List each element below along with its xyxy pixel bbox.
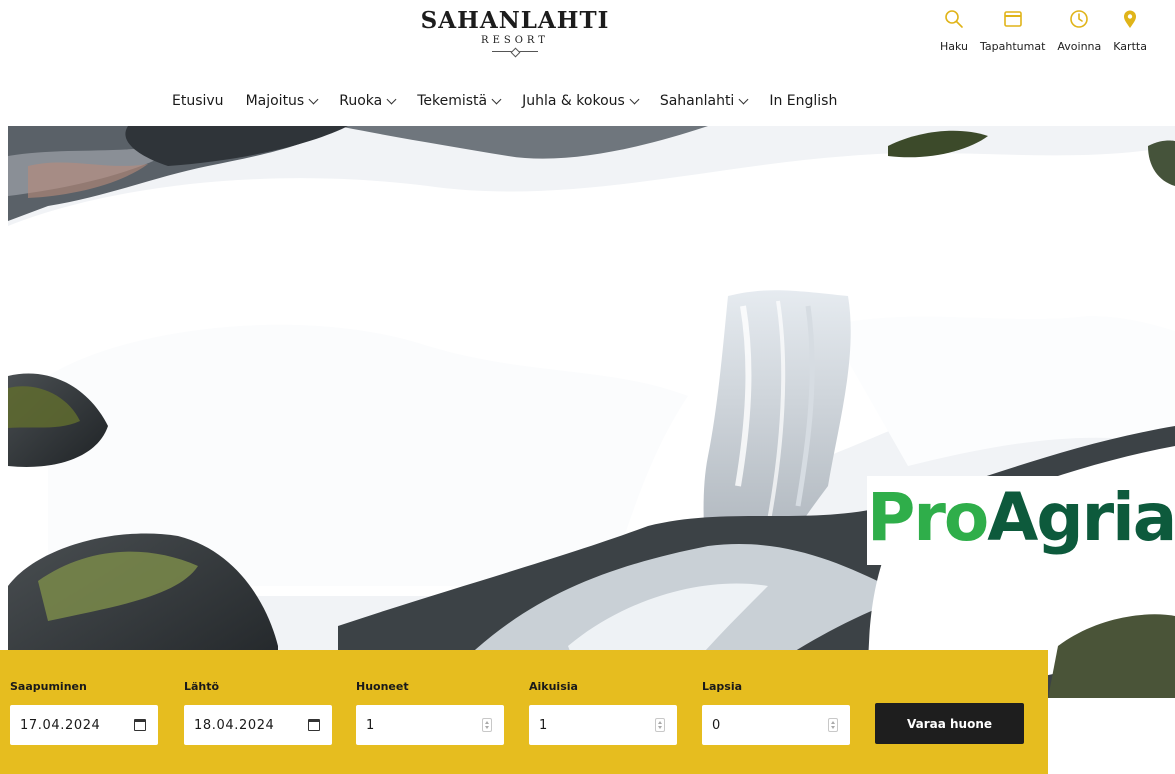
adults-stepper[interactable]: 1 [529,705,677,745]
calendar-icon[interactable] [308,719,320,731]
rooms-stepper[interactable]: 1 [356,705,504,745]
calendar-icon[interactable] [134,719,146,731]
logo-ornament-icon [492,49,538,54]
util-events-label: Tapahtumat [980,40,1046,53]
main-nav: Etusivu Majoitus Ruoka Tekemistä Juhla &… [172,93,859,109]
chevron-down-icon [386,94,397,104]
departure-field: Lähtö 18.04.2024 [184,680,332,745]
adults-value: 1 [539,717,548,733]
rooms-label: Huoneet [356,680,409,693]
booking-bar: Saapuminen 17.04.2024 Lähtö 18.04.2024 H… [0,650,1048,774]
util-search-label: Haku [940,40,969,53]
nav-item-label: In English [769,93,838,109]
calendar-icon [1002,8,1024,30]
proagria-wordmark: ProAgria [867,478,1175,558]
adults-field: Aikuisia 1 [529,680,677,745]
util-open-hours[interactable]: Avoinna [1057,8,1101,53]
departure-value: 18.04.2024 [194,717,275,733]
nav-item-label: Sahanlahti [659,93,735,109]
proagria-logo[interactable]: ProAgria [867,476,1175,565]
nav-item-label: Juhla & kokous [522,93,625,109]
map-pin-icon [1119,8,1141,30]
nav-item-etusivu[interactable]: Etusivu [172,93,224,109]
arrival-field: Saapuminen 17.04.2024 [10,680,158,745]
nav-item-tekemista[interactable]: Tekemistä [417,93,502,109]
children-value: 0 [712,717,721,733]
chevron-down-icon [308,94,319,104]
arrival-value: 17.04.2024 [20,717,101,733]
hero-photo-waterfall [8,126,1175,698]
nav-item-in-english[interactable]: In English [769,93,837,109]
nav-item-ruoka[interactable]: Ruoka [339,93,397,109]
hero-image: ProAgria [8,126,1175,698]
children-stepper[interactable]: 0 [702,705,850,745]
util-search[interactable]: Haku [940,8,968,53]
util-events[interactable]: Tapahtumat [980,8,1045,53]
arrival-label: Saapuminen [10,680,87,693]
nav-item-label: Ruoka [339,93,383,109]
clock-icon [1068,8,1090,30]
children-field: Lapsia 0 [702,680,850,745]
proagria-agria: Agria [987,479,1175,556]
search-icon [943,8,965,30]
children-label: Lapsia [702,680,743,693]
departure-label: Lähtö [184,680,220,693]
nav-item-juhla-kokous[interactable]: Juhla & kokous [522,93,640,109]
spinner-icon[interactable] [655,718,665,732]
nav-item-sahanlahti[interactable]: Sahanlahti [659,93,749,109]
nav-item-label: Etusivu [172,93,224,109]
adults-label: Aikuisia [529,680,578,693]
arrival-date-input[interactable]: 17.04.2024 [10,705,158,745]
chevron-down-icon [629,94,640,104]
spinner-icon[interactable] [828,718,838,732]
util-open-hours-label: Avoinna [1057,40,1102,53]
departure-date-input[interactable]: 18.04.2024 [184,705,332,745]
chevron-down-icon [491,94,502,104]
logo-sub: RESORT [481,35,549,46]
rooms-value: 1 [366,717,375,733]
nav-item-label: Majoitus [245,93,305,109]
site-logo[interactable]: SAHANLAHTI RESORT [410,8,620,54]
nav-item-majoitus[interactable]: Majoitus [245,93,319,109]
chevron-down-icon [738,94,749,104]
logo-name: SAHANLAHTI [420,7,610,34]
util-map-label: Kartta [1113,40,1147,53]
utility-nav: Haku Tapahtumat Avoinna Kartta [940,8,1159,53]
proagria-pro: Pro [867,479,989,556]
nav-item-label: Tekemistä [417,93,488,109]
util-map[interactable]: Kartta [1113,8,1147,53]
rooms-field: Huoneet 1 [356,680,504,745]
spinner-icon[interactable] [482,718,492,732]
site-header: SAHANLAHTI RESORT Haku Tapahtumat Avoinn… [0,0,1175,126]
book-room-button[interactable]: Varaa huone [875,703,1024,744]
